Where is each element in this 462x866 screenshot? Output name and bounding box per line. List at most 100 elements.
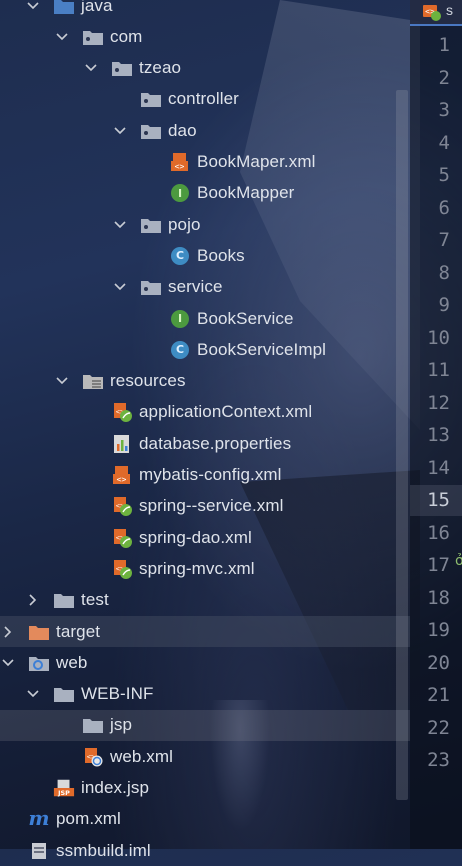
tree-arrow-spacer	[83, 522, 99, 553]
chevron-down-icon[interactable]	[54, 366, 70, 397]
tree-item-spring-mvc-xml[interactable]: <> spring-mvc.xml	[0, 553, 410, 584]
line-number: 3	[438, 99, 450, 121]
tree-item-index-jsp[interactable]: JSP index.jsp	[0, 773, 410, 804]
chevron-down-icon[interactable]	[112, 272, 128, 303]
svg-text:JSP: JSP	[57, 789, 70, 797]
tree-item-test[interactable]: test	[0, 585, 410, 616]
editor-tab[interactable]: <> s	[410, 0, 462, 26]
tree-item-label: BookMaper.xml	[197, 152, 316, 171]
tree-item-com[interactable]: com	[0, 21, 410, 52]
chevron-down-icon[interactable]	[54, 21, 70, 52]
spring-xml-icon: <>	[111, 559, 133, 579]
tree-item-controller[interactable]: controller	[0, 84, 410, 115]
line-number: 23	[427, 749, 450, 771]
tree-arrow-spacer	[54, 710, 70, 741]
line-number: 5	[438, 164, 450, 186]
tree-item-web-xml[interactable]: <> web.xml	[0, 741, 410, 772]
chevron-down-icon[interactable]	[25, 679, 41, 710]
tree-item-label: resources	[110, 371, 186, 391]
tree-item-books[interactable]: C Books	[0, 240, 410, 271]
project-tree: java com tzeao controller dao <> BookMaper.xml…	[0, 0, 410, 860]
tree-item-applicationcontext-xml[interactable]: <> applicationContext.xml	[0, 397, 410, 428]
chevron-down-icon[interactable]	[112, 209, 128, 240]
tree-item-label: BookMapper	[197, 183, 295, 203]
chevron-down-icon[interactable]	[83, 53, 99, 84]
chevron-down-icon[interactable]	[0, 647, 16, 678]
web-folder-icon	[28, 653, 50, 673]
spring-xml-icon: <>	[111, 496, 133, 517]
line-number: 20	[427, 651, 450, 674]
tree-item-bookservice[interactable]: I BookService	[0, 303, 410, 334]
chevron-right-icon[interactable]	[25, 585, 41, 616]
tree-item-tzeao[interactable]: tzeao	[0, 53, 410, 84]
tree-item-label: web.xml	[110, 746, 174, 766]
tree-arrow-spacer	[112, 84, 128, 115]
tree-item-spring-dao-xml[interactable]: <> spring-dao.xml	[0, 522, 410, 553]
tree-arrow-spacer	[83, 553, 99, 584]
properties-file-icon	[111, 434, 133, 454]
tree-arrow-spacer	[141, 303, 157, 334]
tree-item-java[interactable]: java	[0, 0, 410, 21]
web-xml-icon: <>	[82, 747, 104, 767]
tree-item-mybatis-config-xml[interactable]: <> mybatis-config.xml	[0, 460, 410, 491]
xml-file-icon: <>	[111, 465, 133, 485]
line-number: 9	[438, 294, 450, 316]
line-number: 8	[438, 261, 450, 284]
tree-item-bookmapper[interactable]: I BookMapper	[0, 178, 410, 209]
tree-item-label: pojo	[168, 214, 201, 234]
tree-scrollbar[interactable]	[396, 90, 408, 800]
tree-item-resources[interactable]: resources	[0, 366, 410, 397]
tree-item-label: controller	[168, 89, 239, 109]
tree-item-service[interactable]: service	[0, 272, 410, 303]
chevron-down-icon[interactable]	[25, 0, 41, 21]
tree-arrow-spacer	[83, 460, 99, 491]
tree-item-web-inf[interactable]: WEB-INF	[0, 679, 410, 710]
package-icon	[111, 58, 133, 78]
tree-item-web[interactable]: web	[0, 647, 410, 678]
folder-icon	[82, 715, 104, 735]
tree-item-label: database.properties	[139, 433, 292, 453]
tree-arrow-spacer	[25, 773, 41, 804]
tree-item-dao[interactable]: dao	[0, 115, 410, 146]
tree-item-jsp[interactable]: jsp	[0, 709, 410, 741]
chevron-right-icon[interactable]	[0, 616, 16, 647]
tree-arrow-spacer	[141, 178, 157, 209]
tree-item-database-properties[interactable]: database.properties	[0, 428, 410, 459]
tree-item-bookmaper-xml[interactable]: <> BookMaper.xml	[0, 147, 410, 178]
spring-xml-icon: <>	[111, 528, 133, 548]
line-number: 10	[427, 326, 450, 349]
tree-item-ssmbuild-iml[interactable]: ssmbuild.iml	[0, 835, 410, 866]
line-number: 21	[427, 684, 450, 706]
maven-icon: m	[28, 809, 50, 829]
tree-item-pom-xml[interactable]: m pom.xml	[0, 804, 410, 835]
tree-item-label: index.jsp	[81, 778, 149, 797]
chevron-down-icon[interactable]	[112, 115, 128, 146]
tree-arrow-spacer	[83, 428, 99, 459]
tree-item-target[interactable]: target	[0, 616, 410, 647]
line-number: 1	[438, 34, 450, 56]
tree-item-bookserviceimpl[interactable]: C BookServiceImpl	[0, 334, 410, 365]
tree-arrow-spacer	[83, 397, 99, 428]
tree-item-label: web	[56, 652, 88, 672]
interface-icon: I	[169, 183, 191, 203]
tree-item-pojo[interactable]: pojo	[0, 209, 410, 240]
tree-item-label: BookService	[197, 308, 294, 328]
jsp-file-icon: JSP	[53, 778, 75, 798]
xml-file-icon: <>	[169, 152, 191, 172]
package-icon	[140, 121, 162, 141]
line-number: 12	[427, 391, 450, 414]
tree-item-label: spring-dao.xml	[139, 527, 252, 547]
tree-item-spring-service-xml[interactable]: <> spring--service.xml	[0, 491, 410, 522]
tree-arrow-spacer	[0, 804, 16, 835]
spring-bean-gutter-icon[interactable]: ở	[455, 553, 462, 569]
package-icon	[140, 89, 162, 109]
line-number: 2	[438, 66, 450, 89]
line-number: 15	[427, 489, 450, 511]
tree-item-label: spring-mvc.xml	[139, 558, 255, 578]
editor-tab-label: s	[446, 2, 453, 18]
tree-item-label: Books	[197, 245, 245, 265]
tree-item-label: spring--service.xml	[139, 496, 284, 516]
excluded-folder-icon	[28, 622, 50, 642]
line-number: 7	[438, 229, 450, 251]
package-icon	[82, 27, 104, 47]
